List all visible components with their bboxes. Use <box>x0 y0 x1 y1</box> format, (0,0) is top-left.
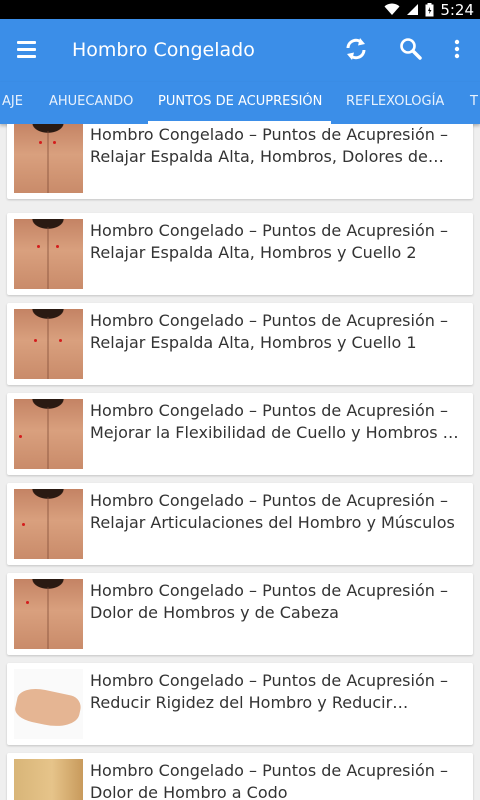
article-list: Hombro Congelado – Puntos de Acupresión … <box>0 124 480 800</box>
thumbnail-image <box>14 124 83 193</box>
list-item[interactable]: Hombro Congelado – Puntos de Acupresión … <box>7 124 473 199</box>
item-title-line1: Hombro Congelado – Puntos de Acupresión … <box>90 125 448 144</box>
thumbnail-image <box>14 489 83 559</box>
refresh-icon[interactable] <box>341 34 371 64</box>
item-title-line2: Relajar Espalda Alta, Hombros, Dolores d… <box>90 147 444 166</box>
item-title-line2: Relajar Espalda Alta, Hombros y Cuello 1 <box>90 333 417 352</box>
item-title-line1: Hombro Congelado – Puntos de Acupresión … <box>90 311 448 330</box>
thumbnail-image <box>14 579 83 649</box>
list-item[interactable]: Hombro Congelado – Puntos de Acupresión … <box>7 483 473 565</box>
menu-icon[interactable] <box>14 37 40 63</box>
tab-puntos-de-acupresion[interactable]: PUNTOS DE ACUPRESIÓN <box>158 82 322 124</box>
more-vert-icon[interactable] <box>442 34 472 64</box>
list-item[interactable]: Hombro Congelado – Puntos de Acupresión … <box>7 663 473 745</box>
item-title-line1: Hombro Congelado – Puntos de Acupresión … <box>90 581 448 600</box>
tab-reflexologia[interactable]: REFLEXOLOGÍA <box>346 82 444 124</box>
page-title: Hombro Congelado <box>72 39 255 61</box>
thumbnail-image <box>14 669 83 739</box>
status-time: 5:24 <box>440 0 474 19</box>
tab-masaje[interactable]: AJE <box>2 82 23 124</box>
list-item[interactable]: Hombro Congelado – Puntos de Acupresión … <box>7 303 473 385</box>
thumbnail-image <box>14 759 83 800</box>
tab-ahuecando[interactable]: AHUECANDO <box>49 82 133 124</box>
item-title-line2: Relajar Articulaciones del Hombro y Músc… <box>90 513 455 532</box>
list-item[interactable]: Hombro Congelado – Puntos de Acupresión … <box>7 393 473 475</box>
list-item[interactable]: Hombro Congelado – Puntos de Acupresión … <box>7 213 473 295</box>
tab-bar: AJE AHUECANDO PUNTOS DE ACUPRESIÓN REFLE… <box>0 82 480 124</box>
item-title-line2: Relajar Espalda Alta, Hombros y Cuello 2 <box>90 243 417 262</box>
list-item[interactable]: Hombro Congelado – Puntos de Acupresión … <box>7 573 473 655</box>
item-title-line1: Hombro Congelado – Puntos de Acupresión … <box>90 491 448 510</box>
item-title-line2: Dolor de Hombros y de Cabeza <box>90 603 339 622</box>
item-title-line2: Reducir Rigidez del Hombro y Reducir… <box>90 693 409 712</box>
search-icon[interactable] <box>396 34 426 64</box>
tab-next[interactable]: T <box>470 82 478 124</box>
item-title-line2: Mejorar la Flexibilidad de Cuello y Homb… <box>90 423 465 442</box>
item-title-line1: Hombro Congelado – Puntos de Acupresión … <box>90 401 448 420</box>
item-title-line2: Dolor de Hombro a Codo <box>90 783 288 800</box>
battery-icon <box>425 2 434 16</box>
status-icons: 5:24 <box>384 0 474 19</box>
signal-icon <box>407 4 419 15</box>
item-title-line1: Hombro Congelado – Puntos de Acupresión … <box>90 761 448 780</box>
item-title-line1: Hombro Congelado – Puntos de Acupresión … <box>90 221 448 240</box>
item-title-line1: Hombro Congelado – Puntos de Acupresión … <box>90 671 448 690</box>
thumbnail-image <box>14 309 83 379</box>
thumbnail-image <box>14 399 83 469</box>
status-bar: 5:24 <box>0 0 480 19</box>
thumbnail-image <box>14 219 83 289</box>
wifi-icon <box>384 3 400 15</box>
list-item[interactable]: Hombro Congelado – Puntos de Acupresión … <box>7 753 473 800</box>
app-bar: Hombro Congelado <box>0 19 480 82</box>
